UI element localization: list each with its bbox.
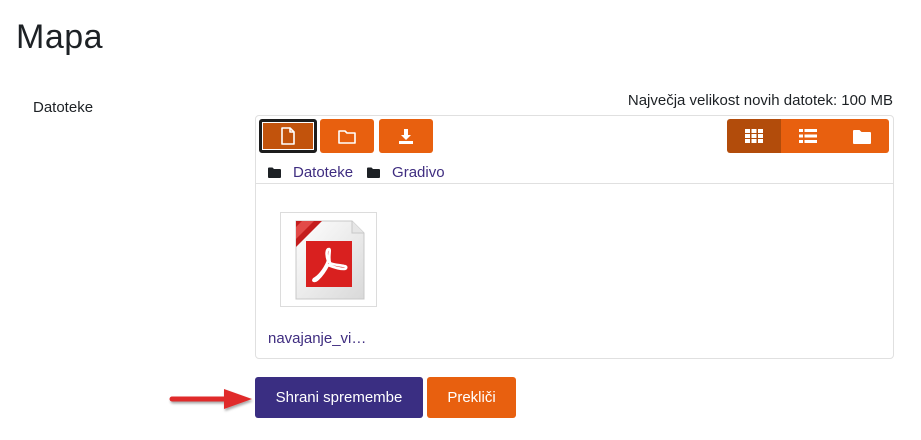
folder-icon [268,167,281,178]
file-thumbnail[interactable] [280,212,377,307]
create-folder-button[interactable] [320,119,374,153]
folder-tree-icon [853,129,871,144]
download-all-button[interactable] [379,119,433,153]
cancel-button[interactable]: Prekliči [427,377,516,418]
files-field-label: Datoteke [33,99,94,116]
file-icon [281,127,295,145]
pdf-file-icon [295,220,364,299]
grid-icon [745,129,763,143]
folder-icon [367,167,381,178]
breadcrumb-item-gradivo[interactable]: Gradivo [392,164,445,181]
view-tree-button[interactable] [835,119,889,153]
download-icon [399,128,413,144]
breadcrumb: Datoteke Gradivo [268,162,459,182]
add-file-button[interactable] [259,119,317,153]
breadcrumb-item-datoteke[interactable]: Datoteke [293,164,353,181]
file-manager-toolbar: Datoteke Gradivo [256,116,893,184]
max-file-size-text: Največja velikost novih datotek: 100 MB [627,92,893,109]
page-title: Mapa [16,18,104,56]
view-switcher [727,119,889,153]
annotation-arrow-icon [169,389,252,409]
folder-outline-icon [338,129,356,144]
file-manager: Datoteke Gradivo navajanje_vi… [255,115,894,359]
save-changes-button[interactable]: Shrani spremembe [255,377,423,418]
list-icon [799,129,817,143]
view-icons-button[interactable] [727,119,781,153]
view-list-button[interactable] [781,119,835,153]
file-name[interactable]: navajanje_vi… [268,330,366,347]
